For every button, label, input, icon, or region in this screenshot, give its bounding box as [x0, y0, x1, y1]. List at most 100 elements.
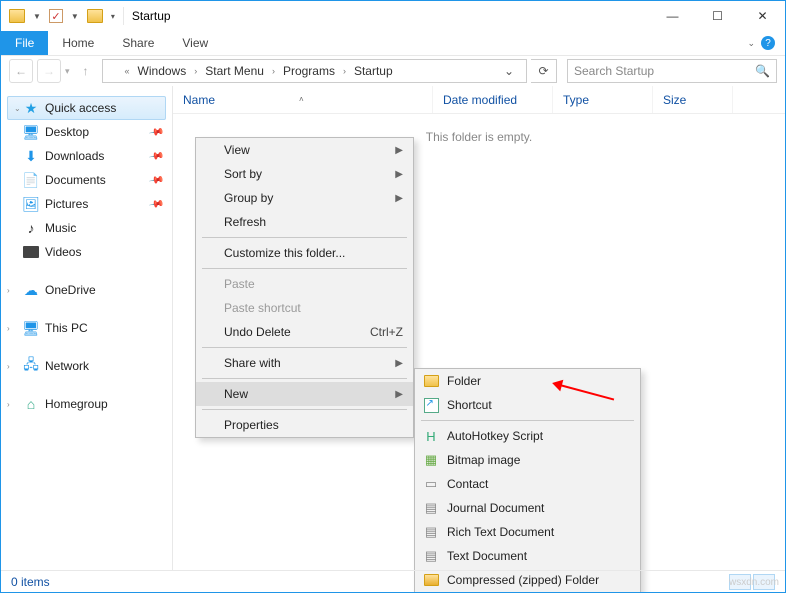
- cloud-icon: ☁: [23, 282, 39, 298]
- nav-music[interactable]: ♪Music: [1, 216, 172, 240]
- window-title: Startup: [124, 9, 171, 23]
- column-type[interactable]: Type: [553, 86, 653, 113]
- nav-this-pc[interactable]: ›🖥This PC: [1, 316, 172, 340]
- qat-dropdown-icon[interactable]: ▼: [69, 12, 81, 21]
- breadcrumb-item[interactable]: Windows: [134, 64, 191, 78]
- breadcrumb-item[interactable]: Programs: [279, 64, 339, 78]
- submenu-arrow-icon: ▶: [395, 145, 403, 156]
- address-bar[interactable]: « Windows› Start Menu› Programs› Startup…: [102, 59, 527, 83]
- nav-onedrive[interactable]: ›☁OneDrive: [1, 278, 172, 302]
- expand-icon[interactable]: ›: [7, 286, 10, 295]
- submenu-ahk[interactable]: HAutoHotkey Script: [415, 424, 640, 448]
- column-size[interactable]: Size: [653, 86, 733, 113]
- column-date[interactable]: Date modified: [433, 86, 553, 113]
- menu-sort-by[interactable]: Sort by▶: [196, 162, 413, 186]
- recent-locations-icon[interactable]: ▾: [65, 66, 70, 77]
- properties-icon[interactable]: ✓: [49, 9, 63, 23]
- search-input[interactable]: Search Startup 🔍: [567, 59, 777, 83]
- homegroup-icon: ⌂: [23, 396, 39, 412]
- menu-undo-delete[interactable]: Undo DeleteCtrl+Z: [196, 320, 413, 344]
- breadcrumb-item[interactable]: Startup: [350, 64, 397, 78]
- rtf-icon: ▤: [423, 524, 439, 540]
- pc-icon: 🖥: [23, 320, 39, 336]
- qat-more-icon[interactable]: ▾: [109, 12, 117, 21]
- submenu-arrow-icon: ▶: [395, 193, 403, 204]
- submenu-contact[interactable]: ▭Contact: [415, 472, 640, 496]
- txt-icon: ▤: [423, 548, 439, 564]
- pin-icon: 📌: [148, 196, 165, 212]
- star-icon: ★: [23, 100, 39, 116]
- context-menu: View▶ Sort by▶ Group by▶ Refresh Customi…: [195, 137, 414, 438]
- submenu-folder[interactable]: Folder: [415, 369, 640, 393]
- status-bar: 0 items: [1, 570, 785, 592]
- menu-customize[interactable]: Customize this folder...: [196, 241, 413, 265]
- expand-icon[interactable]: ›: [7, 400, 10, 409]
- menu-group-by[interactable]: Group by▶: [196, 186, 413, 210]
- expand-icon[interactable]: ›: [7, 362, 10, 371]
- menu-paste-shortcut: Paste shortcut: [196, 296, 413, 320]
- menu-paste: Paste: [196, 272, 413, 296]
- search-placeholder: Search Startup: [574, 64, 654, 78]
- pin-icon: 📌: [148, 172, 165, 188]
- new-submenu: Folder Shortcut HAutoHotkey Script ▦Bitm…: [414, 368, 641, 593]
- minimize-button[interactable]: —: [650, 1, 695, 31]
- expand-icon[interactable]: ›: [7, 324, 10, 333]
- help-icon[interactable]: ?: [761, 36, 775, 50]
- new-folder-icon[interactable]: [87, 9, 103, 23]
- expand-ribbon-icon[interactable]: ⌄: [747, 38, 755, 49]
- collapse-icon[interactable]: ⌄: [14, 104, 21, 113]
- breadcrumb-item[interactable]: Start Menu: [201, 64, 268, 78]
- menu-refresh[interactable]: Refresh: [196, 210, 413, 234]
- tab-share[interactable]: Share: [108, 31, 168, 55]
- maximize-button[interactable]: ☐: [695, 1, 740, 31]
- qat-dropdown-icon[interactable]: ▼: [31, 12, 43, 21]
- submenu-arrow-icon: ▶: [395, 169, 403, 180]
- tab-home[interactable]: Home: [48, 31, 108, 55]
- forward-button[interactable]: →: [37, 59, 61, 83]
- downloads-icon: ⬇: [23, 148, 39, 164]
- nav-quick-access[interactable]: ⌄ ★ Quick access: [7, 96, 166, 120]
- pin-icon: 📌: [148, 148, 165, 164]
- column-headers: Name˄ Date modified Type Size: [173, 86, 785, 114]
- menu-new[interactable]: New▶: [196, 382, 413, 406]
- videos-icon: [23, 246, 39, 258]
- nav-documents[interactable]: 📄Documents📌: [1, 168, 172, 192]
- nav-videos[interactable]: Videos: [1, 240, 172, 264]
- tab-view[interactable]: View: [168, 31, 222, 55]
- desktop-icon: 🖥: [23, 124, 39, 140]
- titlebar: ▼ ✓ ▼ ▾ Startup — ☐ ✕: [1, 1, 785, 31]
- submenu-journal[interactable]: ▤Journal Document: [415, 496, 640, 520]
- image-icon: ▦: [423, 452, 439, 468]
- close-button[interactable]: ✕: [740, 1, 785, 31]
- network-icon: 🖧: [23, 358, 39, 374]
- nav-homegroup[interactable]: ›⌂Homegroup: [1, 392, 172, 416]
- shortcut-icon: [423, 397, 439, 413]
- navigation-pane: ⌄ ★ Quick access 🖥Desktop📌 ⬇Downloads📌 📄…: [1, 86, 173, 570]
- nav-desktop[interactable]: 🖥Desktop📌: [1, 120, 172, 144]
- submenu-txt[interactable]: ▤Text Document: [415, 544, 640, 568]
- file-tab[interactable]: File: [1, 31, 48, 55]
- journal-icon: ▤: [423, 500, 439, 516]
- menu-properties[interactable]: Properties: [196, 413, 413, 437]
- submenu-rtf[interactable]: ▤Rich Text Document: [415, 520, 640, 544]
- submenu-arrow-icon: ▶: [395, 358, 403, 369]
- submenu-bitmap[interactable]: ▦Bitmap image: [415, 448, 640, 472]
- folder-icon: [107, 65, 121, 77]
- nav-downloads[interactable]: ⬇Downloads📌: [1, 144, 172, 168]
- folder-icon: [9, 9, 25, 23]
- pin-icon: 📌: [148, 124, 165, 140]
- ribbon: File Home Share View ⌄ ?: [1, 31, 785, 56]
- menu-view[interactable]: View▶: [196, 138, 413, 162]
- search-icon: 🔍: [755, 64, 770, 78]
- back-button[interactable]: ←: [9, 59, 33, 83]
- up-button[interactable]: ↑: [74, 59, 98, 83]
- column-name[interactable]: Name˄: [173, 86, 433, 113]
- address-row: ← → ▾ ↑ « Windows› Start Menu› Programs›…: [1, 56, 785, 86]
- nav-network[interactable]: ›🖧Network: [1, 354, 172, 378]
- address-dropdown-icon[interactable]: ⌄: [496, 64, 522, 78]
- nav-pictures[interactable]: 🖼Pictures📌: [1, 192, 172, 216]
- refresh-button[interactable]: ⟳: [531, 59, 557, 83]
- sort-indicator-icon: ˄: [299, 95, 304, 104]
- file-icon: H: [423, 428, 439, 444]
- menu-share-with[interactable]: Share with▶: [196, 351, 413, 375]
